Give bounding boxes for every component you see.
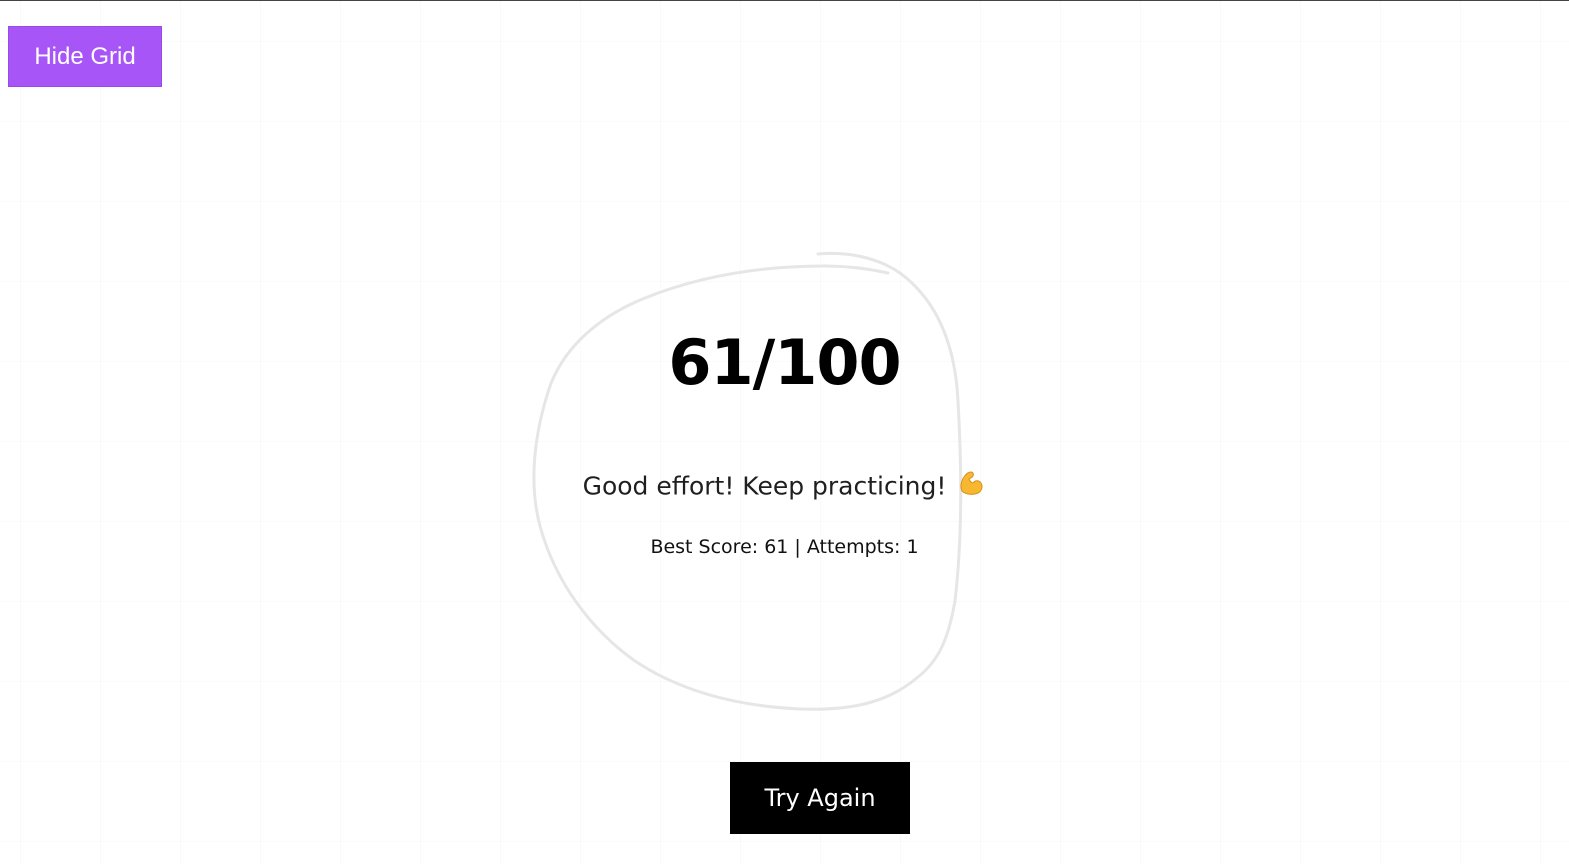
score-display: 61/100 [668, 326, 901, 399]
hide-grid-button[interactable]: Hide Grid [8, 26, 162, 87]
feedback-text: Good effort! Keep practicing! [582, 471, 947, 501]
feedback-message: Good effort! Keep practicing! [0, 467, 1569, 508]
score-stats: Best Score: 61 | Attempts: 1 [650, 536, 919, 558]
flexed-biceps-icon [956, 467, 986, 508]
drawn-circle-canvas [532, 251, 963, 711]
game-screen: Hide Grid 61/100 Good effort! Keep pract… [0, 0, 1569, 864]
try-again-button[interactable]: Try Again [730, 762, 910, 834]
